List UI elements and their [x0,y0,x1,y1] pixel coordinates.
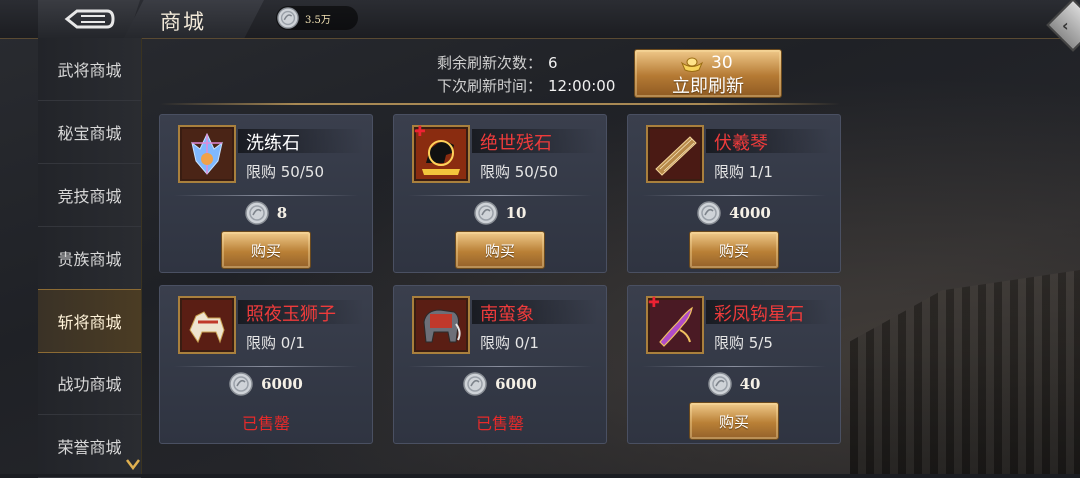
buy-button[interactable]: 购买 [689,231,779,269]
silver-coin-icon [697,201,721,225]
back-button[interactable] [38,0,140,38]
refresh-next-value: 12:00:00 [548,77,616,95]
shop-item-card: 伏羲琴 限购 1/1 4000 购买 [627,114,841,273]
item-price: 40 [739,375,761,393]
item-frame [178,296,236,354]
gold-ingot-icon [681,57,703,72]
crystal-icon [182,129,232,179]
purchase-limit: 限购 0/1 [480,334,539,352]
card-divider [174,195,358,196]
purchase-limit: 限购 50/50 [480,163,558,181]
buy-button[interactable]: 购买 [689,402,779,440]
shop-item-card: ✚ 绝世残石 限购 50/50 10 购买 [393,114,607,273]
item-name: 伏羲琴 [714,133,768,154]
refresh-button-label: 立即刷新 [672,76,744,97]
item-price: 6000 [261,375,303,393]
back-arrow-icon [64,9,115,29]
price-row: 8 [160,199,372,227]
item-name: 彩凤钩星石 [714,304,804,325]
sidebar-item-label: 秘宝商城 [57,124,122,143]
item-name: 照夜玉狮子 [246,304,336,325]
sidebar-item-label: 战功商城 [57,375,122,394]
sold-out-label: 已售罄 [475,414,524,433]
currency-amount: 3.5万 [305,14,331,26]
item-price: 6000 [495,375,537,393]
item-frame [178,125,236,183]
war-elephant-icon [416,300,466,350]
sidebar-item-label: 斩将商城 [57,313,122,332]
shop-sidebar: 武将商城 秘宝商城 竞技商城 贵族商城 斩将商城 战功商城 荣誉商城 [38,38,142,478]
card-divider [174,366,358,367]
item-price: 4000 [729,204,771,222]
price-row: 40 [628,370,840,398]
card-divider [408,195,592,196]
sidebar-item-label: 贵族商城 [57,250,122,269]
sidebar-item-slay-shop[interactable]: 斩将商城 [38,289,141,353]
silver-coin-icon [463,372,487,396]
sidebar-item-merit-shop[interactable]: 战功商城 [38,352,141,415]
price-row: 6000 [160,370,372,398]
white-horse-icon [182,300,232,350]
refresh-info: 剩余刷新次数： 6 下次刷新时间： 12:00:00 [437,52,615,98]
silver-coin-icon [245,201,269,225]
page-title: 商城 [160,10,206,34]
item-name: 绝世残石 [480,133,552,154]
card-divider [642,366,826,367]
price-row: 10 [394,199,606,227]
card-divider [642,195,826,196]
purchase-limit: 限购 50/50 [246,163,324,181]
item-price: 10 [505,204,527,222]
shop-item-card: 照夜玉狮子 限购 0/1 6000 已售罄 [159,285,373,444]
sidebar-item-treasure-shop[interactable]: 秘宝商城 [38,101,141,164]
zither-icon [650,129,700,179]
purchase-limit: 限购 5/5 [714,334,773,352]
item-frame [412,296,470,354]
refresh-remaining-value: 6 [548,54,558,72]
divider [160,103,840,105]
chevron-left-icon: ‹ [1062,16,1069,35]
silver-coin-icon [707,372,732,396]
purchase-limit: 限购 0/1 [246,334,305,352]
price-row: 4000 [628,199,840,227]
sidebar-item-label: 武将商城 [57,61,122,80]
item-name: 南蛮象 [480,304,534,325]
shop-item-card: 南蛮象 限购 0/1 6000 已售罄 [393,285,607,444]
refresh-next-label: 下次刷新时间： [437,77,543,95]
fragment-badge-icon: ✚ [648,295,660,311]
purchase-limit: 限购 1/1 [714,163,773,181]
silver-coin-icon [277,7,299,29]
fragment-badge-icon: ✚ [414,124,426,140]
price-row: 6000 [394,370,606,398]
silver-coin-icon [229,372,253,396]
sidebar-item-label: 竞技商城 [57,187,122,206]
silver-coin-icon [473,201,498,225]
buy-button[interactable]: 购买 [455,231,545,269]
sidebar-item-general-shop[interactable]: 武将商城 [38,38,141,101]
shop-item-card: 洗练石 限购 50/50 8 购买 [159,114,373,273]
refresh-cost: 30 [711,53,733,73]
sidebar-item-arena-shop[interactable]: 竞技商城 [38,164,141,227]
item-price: 8 [276,204,288,222]
chevron-down-icon[interactable] [126,458,140,470]
card-divider [408,366,592,367]
refresh-remaining-label: 剩余刷新次数： [437,54,543,72]
item-frame [646,125,704,183]
buy-button[interactable]: 购买 [221,231,311,269]
refresh-now-button[interactable]: 30 立即刷新 [634,49,782,98]
shop-item-card: ✚ 彩凤钩星石 限购 5/5 40 购买 [627,285,841,444]
currency-display: 3.5万 [276,6,358,30]
sidebar-item-label: 荣誉商城 [57,438,122,457]
item-name: 洗练石 [246,133,300,154]
sidebar-item-noble-shop[interactable]: 贵族商城 [38,227,141,290]
sold-out-label: 已售罄 [241,414,290,433]
